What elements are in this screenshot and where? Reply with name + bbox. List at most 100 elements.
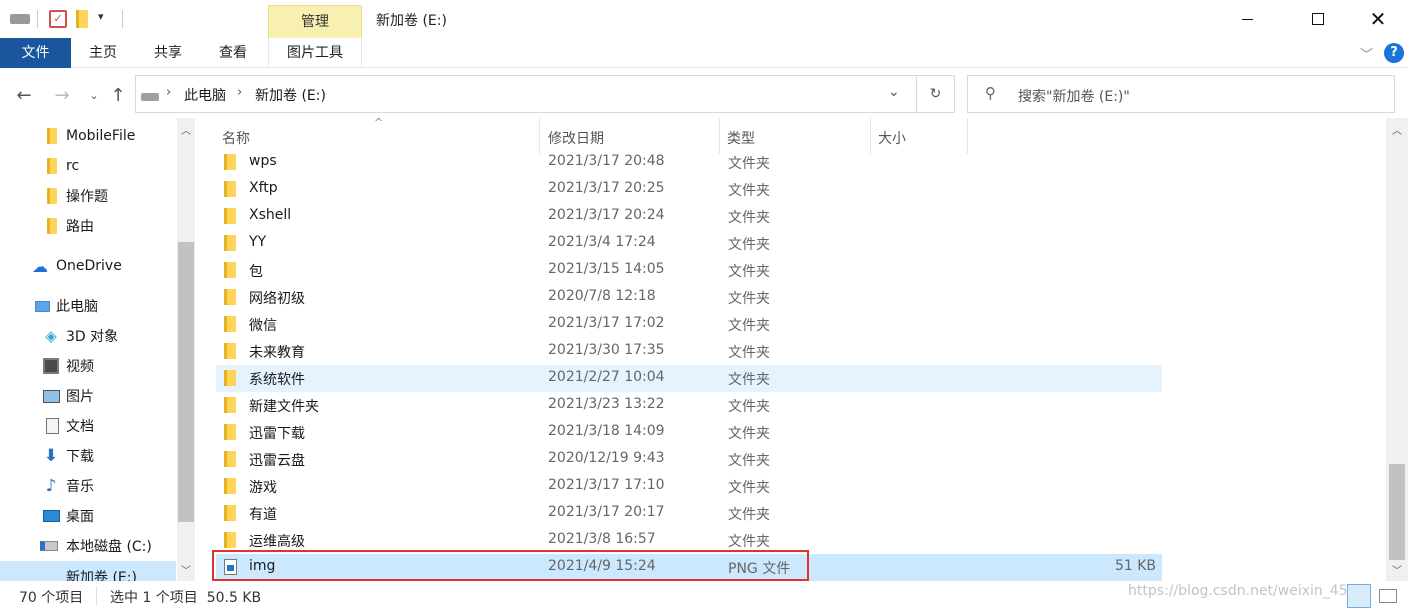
minimize-icon[interactable] xyxy=(1224,0,1270,38)
status-divider xyxy=(96,587,97,605)
file-row[interactable]: 包 2021/3/15 14:05 文件夹 xyxy=(216,257,1162,284)
desktop-icon xyxy=(42,507,60,525)
scroll-down-icon[interactable]: ﹀ xyxy=(181,562,191,577)
breadcrumb-chevron-icon[interactable]: › xyxy=(237,85,242,100)
watermark: https://blog.csdn.net/weixin_45 xyxy=(1128,583,1348,599)
tab-share[interactable]: 共享 xyxy=(140,38,196,68)
file-row[interactable]: 网络初级 2020/7/8 12:18 文件夹 xyxy=(216,284,1162,311)
file-name: 新建文件夹 xyxy=(249,399,319,415)
scroll-thumb[interactable] xyxy=(178,242,194,522)
file-row[interactable]: 迅雷云盘 2020/12/19 9:43 文件夹 xyxy=(216,446,1162,473)
nav-item-documents[interactable]: 文档 xyxy=(0,411,176,441)
column-header-name[interactable]: 名称 xyxy=(222,128,250,148)
file-row-hovered[interactable]: 系统软件 2021/2/27 10:04 文件夹 xyxy=(216,365,1162,392)
file-row[interactable]: Xshell 2021/3/17 20:24 文件夹 xyxy=(216,203,1162,230)
file-type: 文件夹 xyxy=(728,183,770,199)
search-input[interactable]: ⚲ 搜索"新加卷 (E:)" xyxy=(967,75,1395,113)
nav-scrollbar[interactable]: ︿ ﹀ xyxy=(177,118,195,581)
ribbon-tabs: 文件 主页 共享 查看 图片工具 ﹀ ? xyxy=(0,38,1408,68)
folder-icon xyxy=(224,316,236,332)
back-icon[interactable]: ← xyxy=(12,83,36,107)
address-dropdown-icon[interactable]: ⌄ xyxy=(888,84,900,100)
file-row[interactable]: 新建文件夹 2021/3/23 13:22 文件夹 xyxy=(216,392,1162,419)
nav-item-mobilefile[interactable]: MobileFile xyxy=(0,121,176,151)
forward-icon[interactable]: → xyxy=(50,83,74,107)
new-folder-icon[interactable] xyxy=(76,10,88,28)
file-row[interactable]: 游戏 2021/3/17 17:10 文件夹 xyxy=(216,473,1162,500)
music-icon: ♪ xyxy=(45,476,57,496)
tab-picture-tools[interactable]: 图片工具 xyxy=(268,38,362,68)
file-date: 2021/3/18 14:09 xyxy=(548,423,665,439)
customize-qat-icon[interactable]: ▾ xyxy=(98,10,116,28)
nav-item-desktop[interactable]: 桌面 xyxy=(0,501,176,531)
column-header-modified[interactable]: 修改日期 xyxy=(548,128,604,148)
nav-item-this-pc[interactable]: 此电脑 xyxy=(0,291,176,321)
breadcrumb-chevron-icon[interactable]: › xyxy=(166,85,171,100)
folder-icon xyxy=(224,235,236,251)
manage-context-tab[interactable]: 管理 xyxy=(268,5,362,38)
nav-item-local-disk-c[interactable]: 本地磁盘 (C:) xyxy=(0,531,176,561)
drive-icon[interactable] xyxy=(10,14,30,24)
recent-locations-icon[interactable]: ⌄ xyxy=(82,83,106,107)
file-list-scrollbar[interactable]: ︿ ﹀ xyxy=(1386,118,1408,581)
scroll-up-icon[interactable]: ︿ xyxy=(1392,122,1402,137)
nav-item-label: 下载 xyxy=(66,449,94,465)
scroll-thumb[interactable] xyxy=(1389,464,1405,560)
folder-icon xyxy=(43,187,61,205)
nav-item-pictures[interactable]: 图片 xyxy=(0,381,176,411)
file-row[interactable]: wps 2021/3/17 20:48 文件夹 xyxy=(216,149,1162,176)
nav-item-3d-objects[interactable]: ◈ 3D 对象 xyxy=(0,321,176,351)
nav-item-music[interactable]: ♪ 音乐 xyxy=(0,471,176,501)
breadcrumb-this-pc[interactable]: 此电脑 xyxy=(184,85,226,105)
nav-item-onedrive[interactable]: ☁ OneDrive xyxy=(0,251,176,281)
qat-separator xyxy=(37,10,38,28)
ribbon-expand-icon[interactable]: ﹀ xyxy=(1360,44,1373,63)
refresh-icon[interactable]: ↻ xyxy=(917,75,955,113)
computer-icon xyxy=(33,297,51,315)
maximize-icon[interactable] xyxy=(1295,0,1341,38)
file-row[interactable]: Xftp 2021/3/17 20:25 文件夹 xyxy=(216,176,1162,203)
column-header-type[interactable]: 类型 xyxy=(727,128,755,148)
nav-item-exercises[interactable]: 操作题 xyxy=(0,181,176,211)
address-bar[interactable]: › 此电脑 › 新加卷 (E:) ⌄ xyxy=(135,75,917,113)
file-row[interactable]: 微信 2021/3/17 17:02 文件夹 xyxy=(216,311,1162,338)
tab-view[interactable]: 查看 xyxy=(205,38,261,68)
search-icon: ⚲ xyxy=(985,84,996,102)
file-date: 2021/3/23 13:22 xyxy=(548,396,665,412)
selection-highlight-box xyxy=(212,550,809,581)
tab-home[interactable]: 主页 xyxy=(76,38,130,68)
large-icons-view-icon[interactable] xyxy=(1379,589,1397,603)
column-header-size[interactable]: 大小 xyxy=(878,128,906,148)
breadcrumb-volume-e[interactable]: 新加卷 (E:) xyxy=(255,85,326,105)
download-icon: ⬇ xyxy=(43,446,59,466)
scroll-down-icon[interactable]: ﹀ xyxy=(1392,562,1402,577)
video-icon xyxy=(42,357,60,375)
file-type: 文件夹 xyxy=(728,534,770,550)
help-icon[interactable]: ? xyxy=(1384,43,1404,63)
details-view-icon[interactable] xyxy=(1347,584,1371,608)
folder-icon xyxy=(224,370,236,386)
nav-item-videos[interactable]: 视频 xyxy=(0,351,176,381)
file-row[interactable]: 有道 2021/3/17 20:17 文件夹 xyxy=(216,500,1162,527)
scroll-up-icon[interactable]: ︿ xyxy=(181,122,191,137)
nav-item-downloads[interactable]: ⬇ 下载 xyxy=(0,441,176,471)
file-row[interactable]: YY 2021/3/4 17:24 文件夹 xyxy=(216,230,1162,257)
nav-item-volume-e[interactable]: 新加卷 (E:) xyxy=(0,561,176,581)
file-date: 2020/12/19 9:43 xyxy=(548,450,665,466)
folder-icon xyxy=(224,208,236,224)
folder-icon xyxy=(224,289,236,305)
nav-item-rc[interactable]: rc xyxy=(0,151,176,181)
tab-file[interactable]: 文件 xyxy=(0,38,71,68)
file-size: 51 KB xyxy=(1114,558,1156,574)
file-row[interactable]: 未来教育 2021/3/30 17:35 文件夹 xyxy=(216,338,1162,365)
close-icon[interactable]: ✕ xyxy=(1355,0,1401,38)
nav-item-label: 路由 xyxy=(66,219,94,235)
properties-icon[interactable]: ✓ xyxy=(49,10,67,28)
nav-item-label: 文档 xyxy=(66,419,94,435)
nav-item-label: 本地磁盘 (C:) xyxy=(66,539,152,555)
nav-item-routing[interactable]: 路由 xyxy=(0,211,176,241)
file-type: 文件夹 xyxy=(728,453,770,469)
file-row[interactable]: 迅雷下载 2021/3/18 14:09 文件夹 xyxy=(216,419,1162,446)
file-date: 2021/3/17 17:10 xyxy=(548,477,665,493)
up-icon[interactable]: ↑ xyxy=(106,83,130,107)
